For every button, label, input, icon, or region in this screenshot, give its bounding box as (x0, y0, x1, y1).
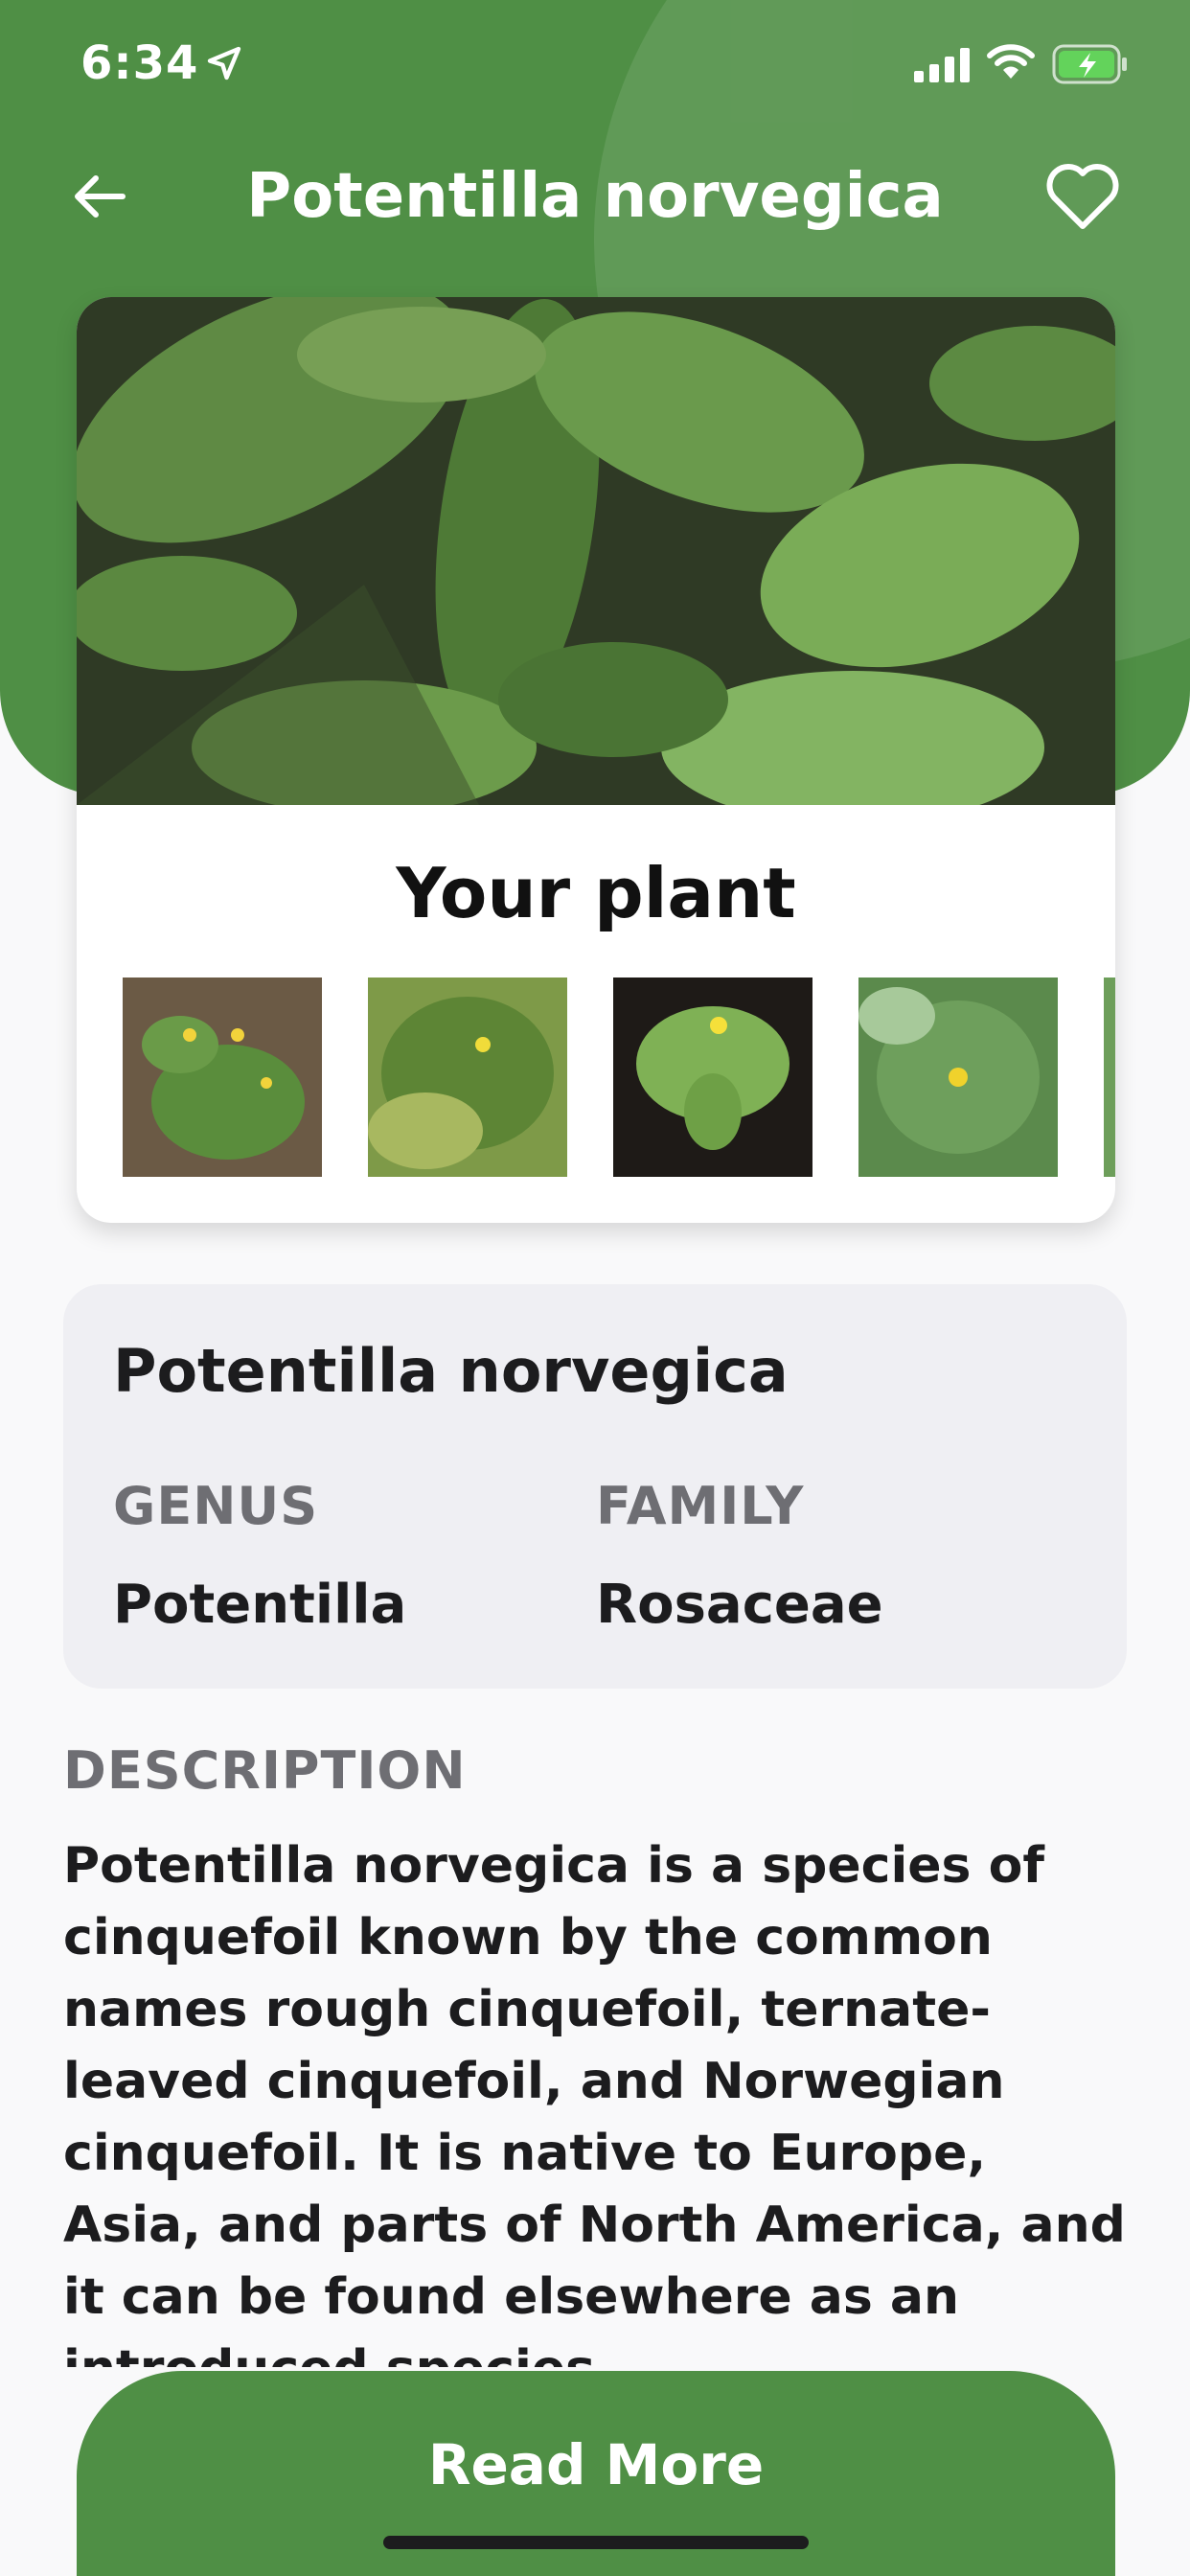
battery-charging-icon (1052, 44, 1127, 84)
species-name: Potentilla norvegica (113, 1336, 789, 1406)
wifi-icon (987, 44, 1035, 79)
plant-image-card: Your plant (77, 297, 1115, 1223)
description-label: DESCRIPTION (63, 1740, 467, 1801)
genus-label: GENUS (113, 1476, 319, 1536)
family-label: FAMILY (596, 1476, 805, 1536)
description-text: Potentilla norvegica is a species of cin… (63, 1837, 1126, 2367)
your-plant-heading: Your plant (396, 853, 796, 933)
favorite-heart-icon[interactable] (1044, 161, 1121, 232)
family-value: Rosaceae (596, 1574, 883, 1636)
status-time: 6:34 (80, 36, 199, 90)
taxonomy-panel: Potentilla norvegica GENUS FAMILY Potent… (63, 1284, 1127, 1689)
location-arrow-icon (207, 46, 241, 80)
thumbnail-2[interactable] (368, 978, 567, 1177)
read-more-label: Read More (427, 2432, 765, 2497)
plant-detail-screen: 6:34 Potentilla norvegica Your plant Pot… (0, 0, 1190, 2576)
thumbnail-3[interactable] (613, 978, 812, 1177)
cellular-signal-icon (914, 48, 970, 82)
page-title: Potentilla norvegica (246, 161, 944, 232)
thumbnail-strip[interactable] (123, 978, 1115, 1179)
home-indicator (383, 2536, 809, 2549)
thumbnail-4[interactable] (858, 978, 1058, 1177)
genus-value: Potentilla (113, 1574, 407, 1636)
thumbnail-5[interactable] (1104, 978, 1115, 1177)
thumbnail-1[interactable] (123, 978, 322, 1177)
plant-photo[interactable] (77, 297, 1115, 805)
